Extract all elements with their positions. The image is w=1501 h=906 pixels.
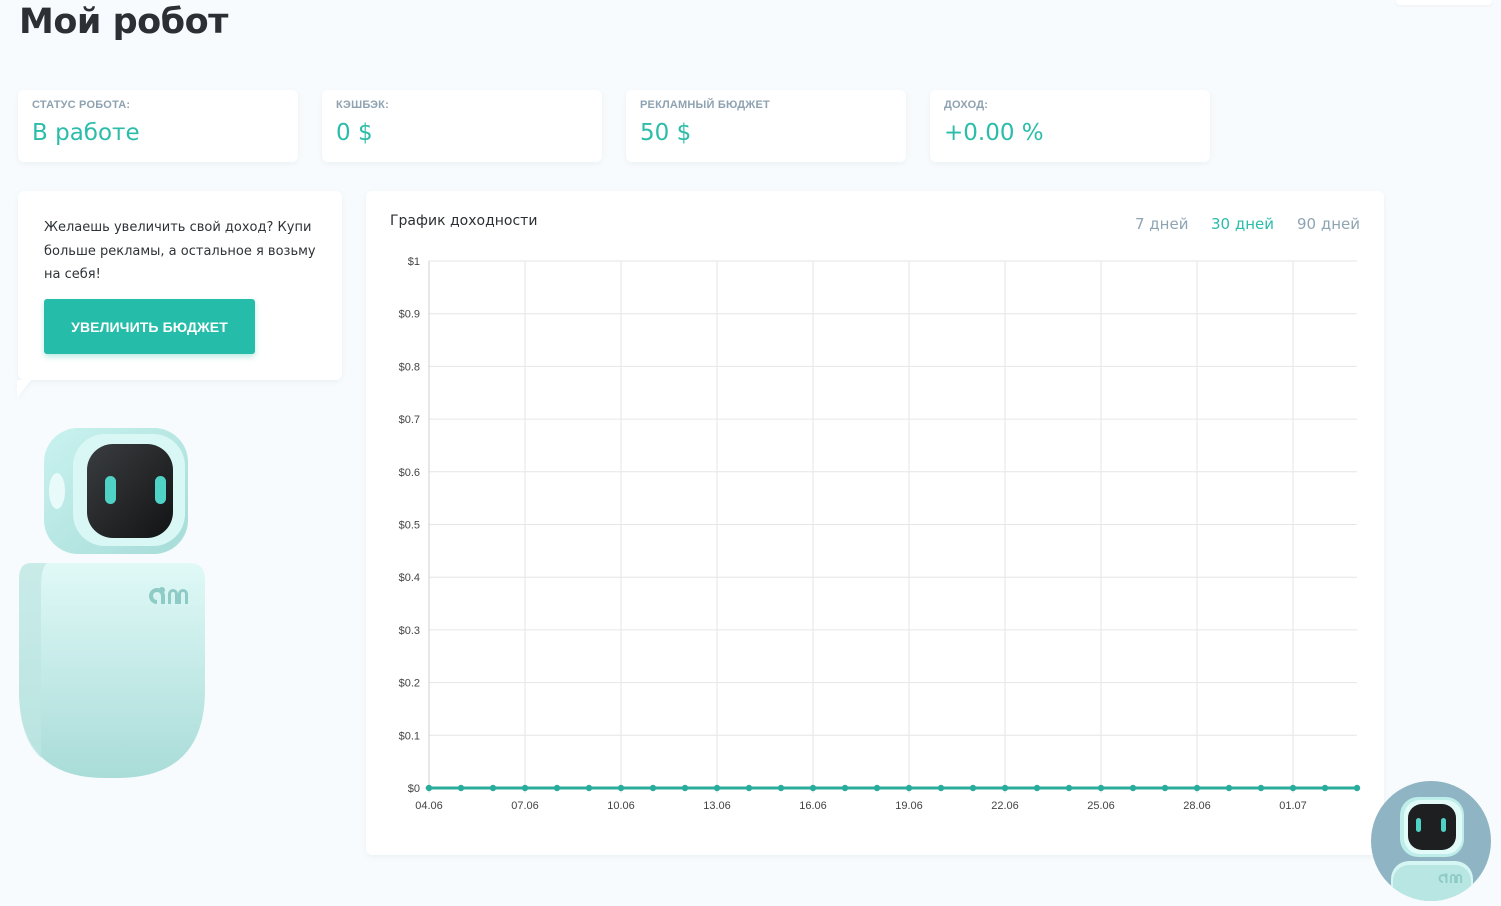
data-point [617,784,625,792]
increase-budget-button[interactable]: УВЕЛИЧИТЬ БЮДЖЕТ [44,299,255,354]
stat-value: В работе [32,120,140,146]
data-point [809,784,817,792]
page-title: Мой робот [19,2,228,42]
data-point [841,784,849,792]
data-point [681,784,689,792]
stat-label: Доход: [944,99,989,111]
x-tick-label: 01.07 [1279,800,1307,812]
x-tick-label: 28.06 [1183,800,1211,812]
speech-bubble-tail [17,380,31,398]
y-tick-label: $0.3 [399,625,420,637]
x-tick-label: 07.06 [511,800,539,812]
y-tick-label: $0.8 [399,361,420,373]
data-point [1225,784,1233,792]
robot-avatar-icon [1391,797,1473,901]
data-point [777,784,785,792]
data-point [1065,784,1073,792]
y-tick-label: $0.2 [399,678,420,690]
income-chart-card: График доходности 7 дней 30 дней 90 дней… [366,191,1384,855]
y-tick-label: $0 [408,783,420,795]
x-tick-label: 04.06 [415,800,443,812]
y-tick-label: $0.7 [399,414,420,426]
data-point [1097,784,1105,792]
stat-card-ad-budget: Рекламный бюджет 50 $ [626,90,906,162]
promo-speech-bubble: Желаешь увеличить свой доход? Купи больш… [18,191,342,380]
data-point [1001,784,1009,792]
data-point [1321,784,1329,792]
data-point [521,784,529,792]
data-point [1129,784,1137,792]
x-tick-label: 22.06 [991,800,1019,812]
data-point [1289,784,1297,792]
y-tick-label: $0.1 [399,730,420,742]
stat-value: 0 $ [336,120,373,146]
y-tick-label: $1 [408,256,420,268]
data-point [1033,784,1041,792]
data-point [585,784,593,792]
stat-card-status: Статус робота: В работе [18,90,298,162]
stat-value: 50 $ [640,120,692,146]
data-point [937,784,945,792]
data-point [745,784,753,792]
y-tick-label: $0.6 [399,467,420,479]
data-point [457,784,465,792]
data-point [1161,784,1169,792]
data-point [489,784,497,792]
data-point [873,784,881,792]
data-point [553,784,561,792]
robot-mascot-icon [19,428,205,778]
stat-label: Рекламный бюджет [640,99,770,111]
stat-card-income: Доход: +0.00 % [930,90,1210,162]
robot-assistant-button[interactable] [1371,781,1491,901]
stat-label: Статус робота: [32,99,131,111]
x-tick-label: 25.06 [1087,800,1115,812]
y-tick-label: $0.5 [399,520,420,532]
y-tick-label: $0.4 [399,572,420,584]
x-tick-label: 19.06 [895,800,923,812]
data-point [1353,784,1361,792]
promo-text: Желаешь увеличить свой доход? Купи больш… [44,220,316,282]
stat-label: Кэшбэк: [336,99,389,111]
data-point [969,784,977,792]
x-tick-label: 13.06 [703,800,731,812]
data-point [425,784,433,792]
data-point [1193,784,1201,792]
header-user-menu[interactable] [1396,0,1492,5]
data-point [905,784,913,792]
data-point [713,784,721,792]
stat-value: +0.00 % [944,120,1044,146]
income-line-chart: $0 $0.1 $0.2 $0.3 $0.4 $0.5 $0.6 $0.7 $0.8 $0.9 $1… [399,256,1361,812]
data-point [1257,784,1265,792]
y-tick-label: $0.9 [399,309,420,321]
stat-card-cashback: Кэшбэк: 0 $ [322,90,602,162]
data-point [649,784,657,792]
x-tick-label: 10.06 [607,800,635,812]
x-tick-label: 16.06 [799,800,827,812]
